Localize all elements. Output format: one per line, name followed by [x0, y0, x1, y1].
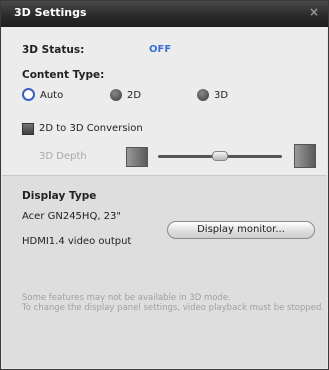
radio-auto-label: Auto	[40, 90, 64, 101]
radio-3d-label: 3D	[214, 90, 229, 101]
conversion-checkbox[interactable]	[22, 123, 34, 135]
title-bar: 3D Settings ×	[1, 1, 328, 27]
depth-min-icon	[126, 147, 148, 167]
settings-window: 3D Settings × 3D Status: OFF Content Typ…	[0, 0, 329, 370]
note-line-1: Some features may not be available in 3D…	[22, 293, 231, 303]
radio-auto[interactable]	[22, 88, 35, 101]
3d-options-section: 3D Status: OFF Content Type: Auto 2D 3D …	[2, 27, 327, 175]
status-value: OFF	[149, 44, 172, 55]
depth-max-icon	[294, 144, 316, 168]
video-output: HDMI1.4 video output	[22, 236, 132, 247]
status-label: 3D Status:	[22, 44, 85, 56]
radio-3d[interactable]	[197, 89, 209, 101]
note-line-2: To change the display panel settings, vi…	[22, 303, 325, 313]
close-icon[interactable]: ×	[309, 5, 319, 19]
window-title: 3D Settings	[14, 6, 87, 19]
radio-2d-label: 2D	[127, 90, 142, 101]
radio-2d[interactable]	[110, 89, 122, 101]
display-monitor-button[interactable]: Display monitor...	[167, 221, 315, 239]
content-type-label: Content Type:	[22, 69, 105, 81]
monitor-name: Acer GN245HQ, 23"	[22, 211, 121, 222]
depth-label: 3D Depth	[39, 151, 87, 162]
display-heading: Display Type	[22, 190, 97, 202]
depth-slider-thumb[interactable]	[212, 151, 228, 161]
conversion-label: 2D to 3D Conversion	[39, 123, 143, 134]
display-section: Display Type Acer GN245HQ, 23" HDMI1.4 v…	[2, 176, 327, 368]
